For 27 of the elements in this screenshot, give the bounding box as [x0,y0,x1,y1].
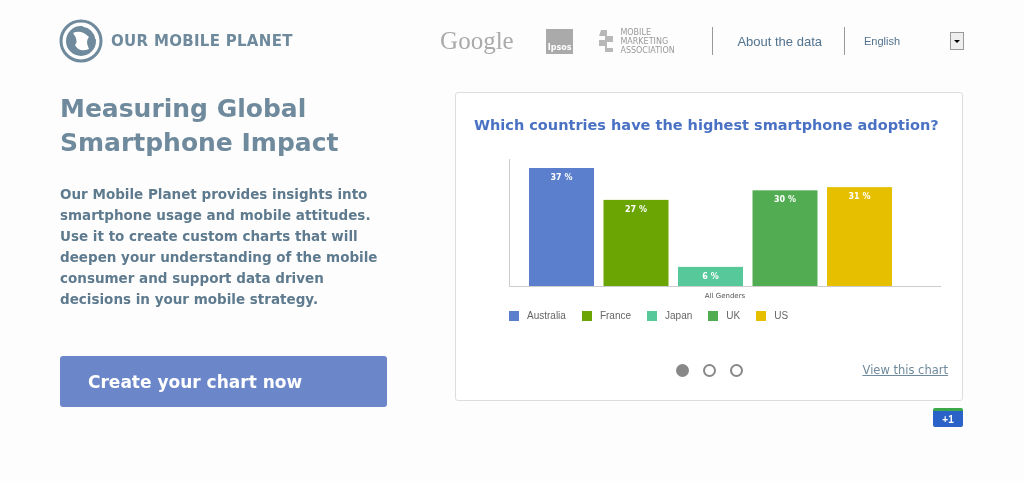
bar-value-label: 37 % [550,173,573,182]
legend-label: Australia [527,310,566,321]
bar-value-label: 27 % [625,204,647,214]
partner-logo: Ipsos [545,28,574,54]
hero-description: Our Mobile Planet provides insights into smartphone usage and mobile attitudes. Use it to create custom charts that will deepen your understanding of the mobile consumer and support data driven decisions in your mobile strategy. [60,185,379,309]
view-chart-link[interactable]: View this chart [862,363,948,377]
bar-value-label: 31 % [848,192,871,202]
about-link[interactable]: About the data [737,33,822,49]
hero-title: Measuring Global Smartphone Impact [60,93,340,159]
legend-label: UK [726,310,741,321]
legend-label: Japan [665,310,693,321]
legend-label: France [599,310,632,321]
create-chart-button[interactable]: Create your chart now [60,356,387,407]
chart-bar [678,266,743,286]
partner-logo: MOBILE MARKETING ASSOCIATION [620,27,676,55]
chart-title: Which countries have the highest smartphone adoption? [474,117,940,133]
brand-name: OUR MOBILE PLANET [111,32,293,50]
carousel-dot[interactable] [676,363,689,377]
legend-label: US [774,310,789,321]
bar-value-label: 30 % [774,195,796,205]
carousel-dot[interactable] [703,363,716,377]
carousel-dot[interactable] [730,363,743,377]
plus-one-button[interactable]: +1 [933,408,963,427]
globe-logo-icon [59,19,103,63]
bar-value-label: 6 % [702,271,719,281]
language-select[interactable]: English [864,32,964,50]
partner-logo: Google [440,27,514,55]
